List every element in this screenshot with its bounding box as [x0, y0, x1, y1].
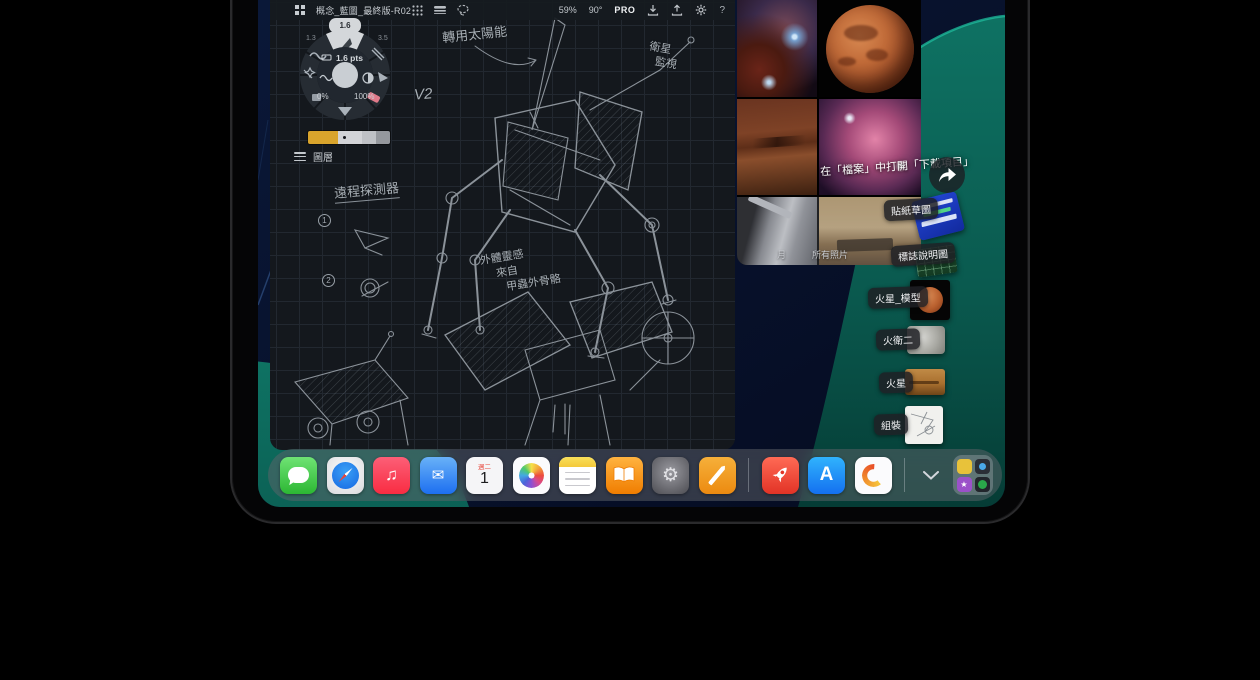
rocket-icon — [769, 464, 791, 486]
annotation-version: V2 — [413, 85, 433, 103]
share-export-icon[interactable] — [671, 4, 683, 16]
notes-header — [559, 457, 596, 467]
books-icon — [613, 466, 635, 484]
swatch-gray[interactable] — [362, 131, 376, 144]
tool-size-top-right: 3.5 — [378, 35, 388, 42]
forward-arrow-button[interactable] — [929, 157, 965, 193]
messages-bubble-icon — [288, 467, 309, 483]
dock-app-books[interactable] — [606, 457, 643, 494]
settings-gear-icon: ⚙ — [662, 464, 679, 487]
library-mini-app-green — [975, 477, 990, 492]
dock-app-settings[interactable]: ⚙ — [652, 457, 689, 494]
pro-badge[interactable]: PRO — [614, 5, 635, 15]
dock-app-photos[interactable] — [513, 457, 550, 494]
dock-app-mail[interactable]: ✉ — [420, 457, 457, 494]
photo-mars-surface[interactable] — [737, 99, 817, 195]
layers-menu-icon — [294, 152, 306, 161]
landscape-shadow — [909, 381, 939, 384]
line-weight-icon[interactable] — [434, 4, 446, 16]
library-mini-app-camera — [975, 459, 990, 474]
dock-app-drawing-pen[interactable] — [699, 457, 736, 494]
concepts-swirl-icon — [862, 464, 885, 487]
dock-app-music[interactable]: ♫ — [373, 457, 410, 494]
dock-collapse-button[interactable] — [918, 457, 944, 494]
dock-app-notes[interactable] — [559, 457, 596, 494]
zoom-level[interactable]: 59% — [559, 5, 577, 15]
dock-app-calendar[interactable]: 週二 1 — [466, 457, 503, 494]
drag-item-label: 火衛二 — [876, 328, 921, 351]
snap-grid-icon[interactable] — [411, 4, 423, 16]
smoothing-value: 0% — [317, 92, 329, 101]
annotation-satellite: 衛星 監視 — [646, 40, 680, 73]
help-button[interactable]: ? — [719, 5, 725, 16]
wheel-center-button[interactable] — [332, 62, 358, 88]
swatch-yellow[interactable] — [308, 131, 338, 144]
tab-month[interactable]: 月 — [777, 248, 786, 261]
color-swatch-bar[interactable] — [308, 131, 390, 144]
photo-mars-planet[interactable] — [819, 0, 921, 97]
dock-app-safari[interactable] — [327, 457, 364, 494]
mars-sphere — [826, 5, 914, 93]
tab-all-photos[interactable]: 所有照片 — [812, 248, 848, 261]
photo-nebula-pink[interactable] — [819, 99, 921, 195]
dock-divider — [904, 458, 905, 492]
layers-button[interactable]: 圖層 — [294, 149, 333, 164]
tool-size-value: 1.6 — [339, 21, 351, 30]
library-mini-app-yellow — [957, 459, 972, 474]
annotation-marker-1: 1 — [318, 210, 331, 228]
drag-item-label: 火星 — [879, 371, 914, 393]
assembly-sketch-lines — [905, 406, 943, 444]
ipad-screen: 轉用太陽能 衛星 監視 V2 遠程探測器 1 2 外體靈感 來自 甲蟲外骨骼 — [258, 0, 1005, 507]
import-icon[interactable] — [647, 4, 659, 16]
dock-app-library[interactable]: ★ — [953, 455, 993, 495]
stroke-size-readout: 1.6 pts — [336, 53, 363, 63]
selected-swatch-dot — [343, 136, 346, 139]
swatch-light-gray[interactable] — [338, 131, 362, 144]
concepts-app-window[interactable]: 轉用太陽能 衛星 監視 V2 遠程探測器 1 2 外體靈感 來自 甲蟲外骨骼 — [270, 0, 735, 450]
canvas-rotation[interactable]: 90° — [589, 5, 603, 15]
drag-thumb-assembly[interactable] — [905, 406, 943, 444]
drag-item-label: 貼紙草圖 — [883, 198, 938, 222]
dock-app-rocket[interactable] — [762, 457, 799, 494]
calendar-day: 1 — [480, 471, 489, 487]
photos-app-window[interactable]: 月 所有照片 — [737, 0, 921, 265]
drag-item-label: 組裝 — [874, 413, 909, 435]
lasso-select-icon[interactable] — [457, 4, 469, 16]
photos-flower-icon — [519, 463, 544, 488]
pen-icon — [708, 464, 727, 485]
appstore-a-icon: A — [820, 464, 834, 486]
annotation-marker-2: 2 — [322, 270, 335, 288]
tool-wheel[interactable]: 1.6 1.3 3.5 — [290, 14, 402, 128]
mail-envelope-icon: ✉ — [432, 466, 445, 484]
library-mini-app-star: ★ — [957, 477, 972, 492]
mars-ridge — [737, 134, 817, 150]
drag-item-label: 標誌說明圖 — [890, 242, 955, 267]
photo-nebula-orange[interactable] — [737, 0, 817, 97]
swatch-dark-gray[interactable] — [376, 131, 390, 144]
layers-label: 圖層 — [313, 149, 333, 164]
dock-app-concepts[interactable] — [855, 457, 892, 494]
forward-arrow-icon — [937, 166, 957, 184]
opacity-value: 100% — [354, 92, 374, 101]
settings-gear-icon[interactable] — [695, 4, 707, 16]
drag-item-label: 火星_模型 — [868, 286, 928, 309]
tool-size-top-left: 1.3 — [306, 35, 316, 42]
page-background: 轉用太陽能 衛星 監視 V2 遠程探測器 1 2 外體靈感 來自 甲蟲外骨骼 — [0, 0, 1260, 680]
dock-app-appstore[interactable]: A — [808, 457, 845, 494]
chevron-down-icon — [923, 471, 939, 480]
dock-app-messages[interactable] — [280, 457, 317, 494]
safari-compass-icon — [332, 462, 359, 489]
dock-divider — [748, 458, 749, 492]
music-note-icon: ♫ — [385, 465, 398, 485]
dock: ♫ ✉ 週二 1 ⚙ A — [268, 449, 1002, 501]
